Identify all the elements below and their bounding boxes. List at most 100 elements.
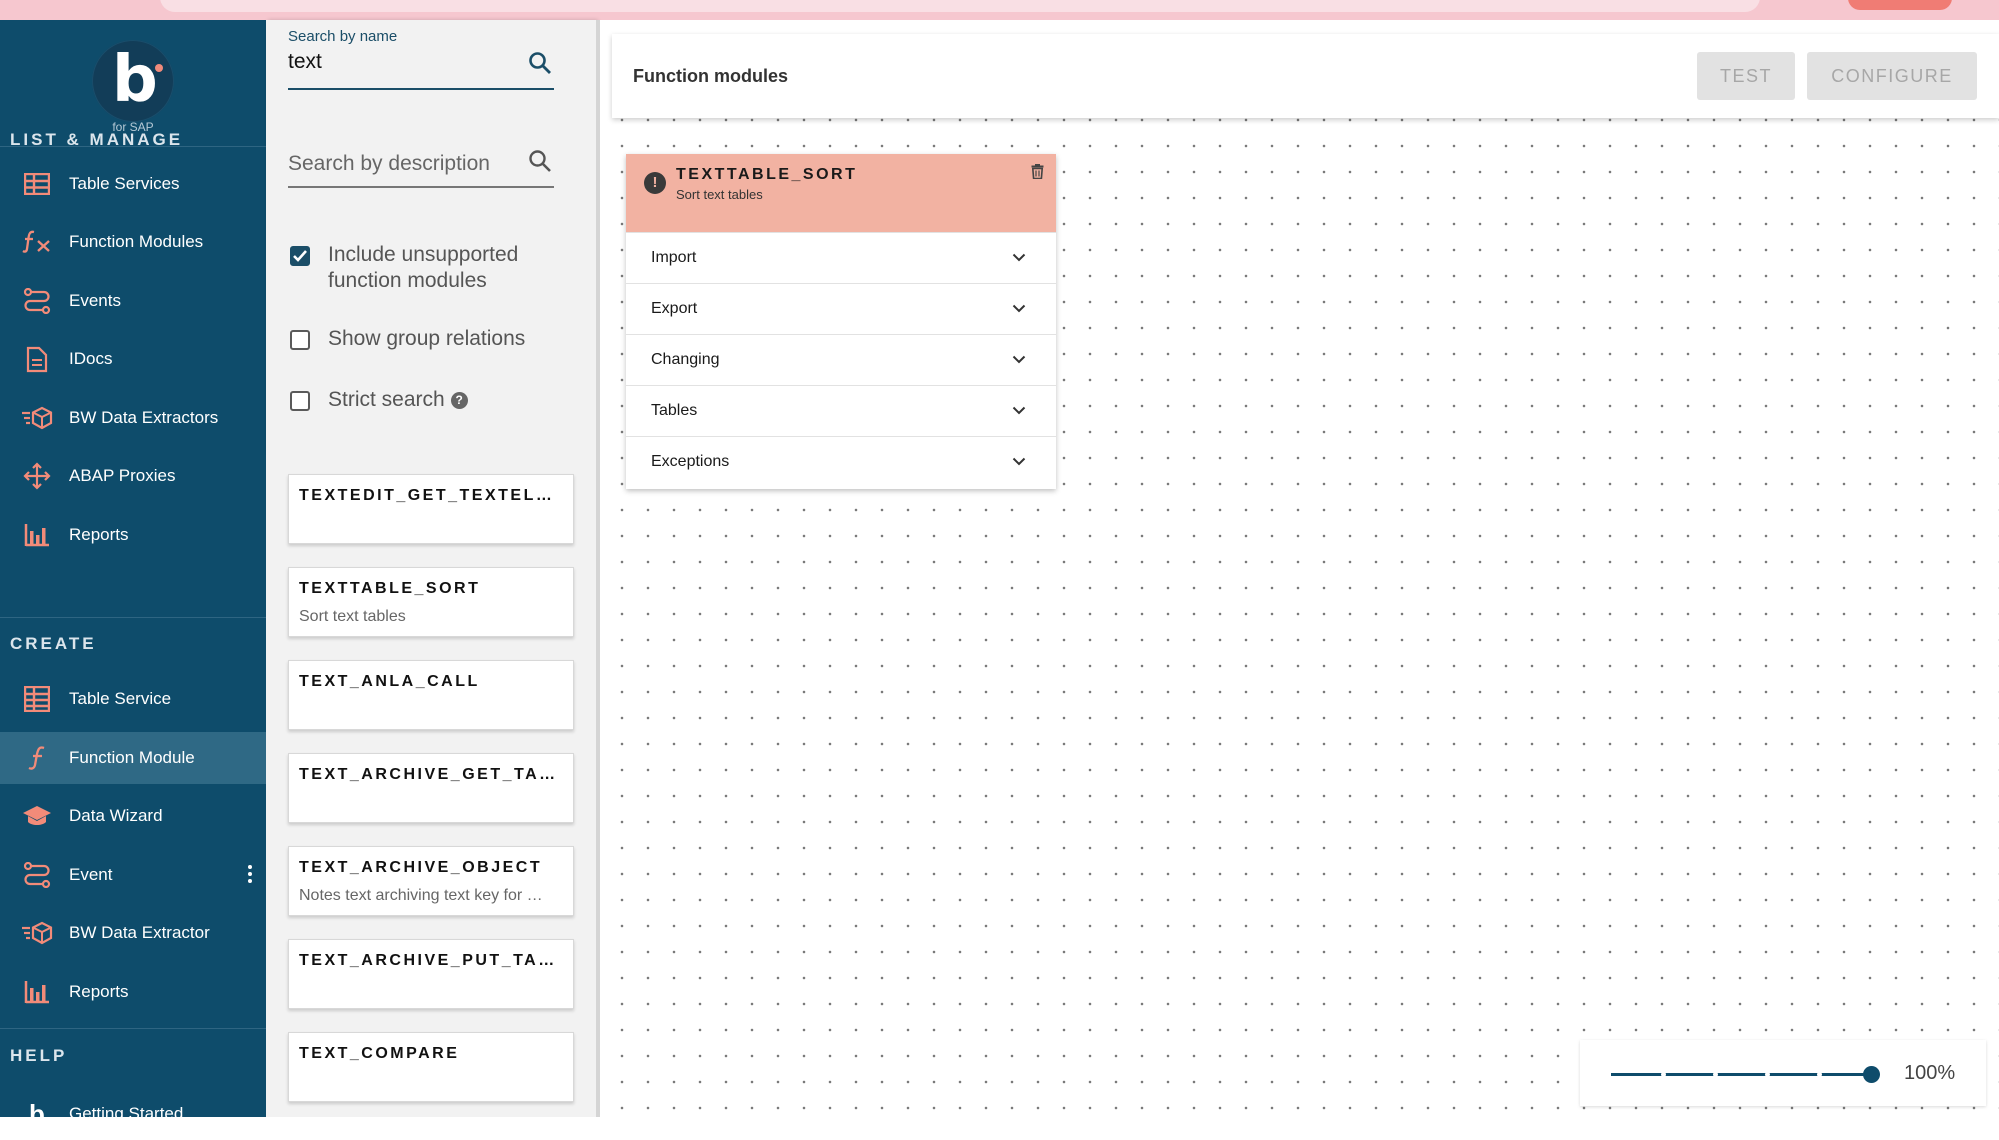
events-icon [21, 285, 53, 317]
bar-chart-icon [21, 976, 53, 1008]
sidebar-item-create-table-service[interactable]: Table Service [0, 673, 266, 725]
warning-icon: ! [644, 172, 666, 194]
zoom-slider-thumb[interactable] [1863, 1066, 1880, 1083]
more-options-icon[interactable] [248, 865, 252, 886]
sidebar-item-create-reports[interactable]: Reports [0, 966, 266, 1018]
sidebar-item-label: Getting Started [69, 1104, 184, 1123]
section-label: Changing [651, 351, 720, 368]
section-exceptions[interactable]: Exceptions [626, 436, 1056, 487]
result-card[interactable]: TEXT_ARCHIVE_GET_TA… [288, 753, 574, 823]
node-header[interactable]: ! TEXTTABLE_SORT Sort text tables [626, 154, 1056, 232]
top-search-pill[interactable] [160, 0, 1760, 12]
sidebar-item-bw-data-extractors[interactable]: BW Data Extractors [0, 392, 266, 444]
events-icon [21, 859, 53, 891]
checkbox-unchecked-icon[interactable] [290, 391, 310, 411]
section-title-list-manage: LIST & MANAGE [10, 130, 184, 149]
include-unsupported-checkbox[interactable]: Include unsupported function modules [290, 242, 548, 294]
section-changing[interactable]: Changing [626, 334, 1056, 385]
sidebar-item-label: Data Wizard [69, 806, 163, 825]
zoom-control: 100% [1580, 1040, 1986, 1106]
sidebar-item-function-modules[interactable]: Function Modules [0, 216, 266, 268]
show-group-relations-checkbox[interactable]: Show group relations [290, 326, 548, 352]
result-card[interactable]: TEXT_ARCHIVE_PUT_TA… [288, 939, 574, 1009]
sidebar-item-getting-started[interactable]: b Getting Started [0, 1088, 266, 1140]
wizard-hat-icon [21, 800, 53, 832]
sidebar-item-abap-proxies[interactable]: ABAP Proxies [0, 450, 266, 502]
sidebar-item-create-event[interactable]: Event [0, 849, 266, 901]
sidebar-item-label: Table Services [69, 174, 180, 193]
result-card[interactable]: TEXTEDIT_GET_TEXTEL… [288, 474, 574, 544]
search-icon[interactable] [528, 149, 552, 178]
sidebar-item-label: BW Data Extractors [69, 408, 219, 427]
sidebar-item-label: Reports [69, 982, 129, 1001]
chevron-down-icon [1012, 453, 1026, 471]
section-import[interactable]: Import [626, 232, 1056, 283]
section-label: Tables [651, 402, 698, 419]
search-by-description-field[interactable]: Search by description [288, 144, 554, 188]
checkbox-unchecked-icon[interactable] [290, 330, 310, 350]
configure-button[interactable]: CONFIGURE [1807, 52, 1977, 100]
result-card[interactable]: TEXT_COMPARE [288, 1032, 574, 1102]
logo-dot [155, 64, 163, 72]
test-button[interactable]: TEST [1697, 52, 1795, 100]
sidebar-item-create-bw-data-extractor[interactable]: BW Data Extractor [0, 907, 266, 959]
results-list: TEXTEDIT_GET_TEXTEL… TEXTTABLE_SORT Sort… [266, 453, 596, 1117]
sidebar-item-table-services[interactable]: Table Services [0, 158, 266, 210]
function-module-node[interactable]: ! TEXTTABLE_SORT Sort text tables Import… [626, 154, 1056, 489]
search-by-name-input[interactable]: text [288, 47, 554, 77]
result-name: TEXT_ARCHIVE_PUT_TA… [299, 952, 557, 969]
sidebar-divider [0, 617, 266, 618]
sidebar-item-label: ABAP Proxies [69, 466, 176, 485]
node-description: Sort text tables [676, 187, 763, 202]
sidebar-item-events[interactable]: Events [0, 275, 266, 327]
brand-logo[interactable]: b for SAP [0, 20, 266, 147]
include-unsupported-label: Include unsupported function modules [328, 243, 519, 292]
sidebar-item-create-data-wizard[interactable]: Data Wizard [0, 790, 266, 842]
table-icon [21, 168, 53, 200]
section-label: Export [651, 300, 698, 317]
top-action-button[interactable] [1848, 0, 1952, 10]
chevron-down-icon [1012, 402, 1026, 420]
strict-search-checkbox[interactable]: Strict search? [290, 387, 548, 413]
function-icon [21, 742, 53, 774]
result-card[interactable]: TEXT_ARCHIVE_OBJECT Notes text archiving… [288, 846, 574, 916]
sidebar: b for SAP LIST & MANAGE Table Services F… [0, 20, 266, 1129]
node-name: TEXTTABLE_SORT [676, 166, 858, 183]
section-label: Exceptions [651, 453, 730, 470]
result-card[interactable]: TEXT_ANLA_CALL [288, 660, 574, 730]
proxy-arrows-icon [21, 460, 53, 492]
logo-letter: b [112, 43, 158, 117]
zoom-tick [1713, 1072, 1718, 1077]
result-description: Notes text archiving text key for … [299, 887, 543, 904]
bar-chart-icon [21, 519, 53, 551]
sidebar-item-create-function-module[interactable]: Function Module [0, 732, 266, 784]
sidebar-item-label: Function Modules [69, 232, 204, 251]
checkbox-checked-icon[interactable] [290, 246, 310, 266]
sidebar-item-label: Event [69, 865, 113, 884]
sidebar-item-label: Events [69, 291, 121, 310]
section-label: Import [651, 249, 697, 266]
section-tables[interactable]: Tables [626, 385, 1056, 436]
zoom-slider-track[interactable] [1611, 1073, 1871, 1076]
result-name: TEXT_ANLA_CALL [299, 673, 480, 690]
sidebar-item-reports[interactable]: Reports [0, 509, 266, 561]
result-card[interactable]: TEXTTABLE_SORT Sort text tables [288, 567, 574, 637]
page-title: Function modules [633, 66, 788, 86]
sidebar-divider [0, 1028, 266, 1029]
search-by-description-input[interactable]: Search by description [288, 144, 554, 184]
cube-extract-icon [21, 917, 53, 949]
sidebar-item-idocs[interactable]: IDocs [0, 333, 266, 385]
section-export[interactable]: Export [626, 283, 1056, 334]
zoom-percentage: 100% [1904, 1062, 1956, 1084]
section-title-help: HELP [10, 1046, 68, 1065]
result-name: TEXT_ARCHIVE_OBJECT [299, 859, 543, 876]
chevron-down-icon [1012, 249, 1026, 267]
help-icon[interactable]: ? [450, 391, 468, 409]
search-by-name-field[interactable]: Search by name text [288, 28, 554, 90]
section-title-create: CREATE [10, 634, 97, 653]
canvas-header: Function modules TEST CONFIGURE [612, 34, 1999, 118]
search-icon[interactable] [528, 51, 552, 80]
delete-icon[interactable] [1031, 164, 1044, 184]
zoom-tick [1765, 1072, 1770, 1077]
result-description: Sort text tables [299, 608, 406, 625]
